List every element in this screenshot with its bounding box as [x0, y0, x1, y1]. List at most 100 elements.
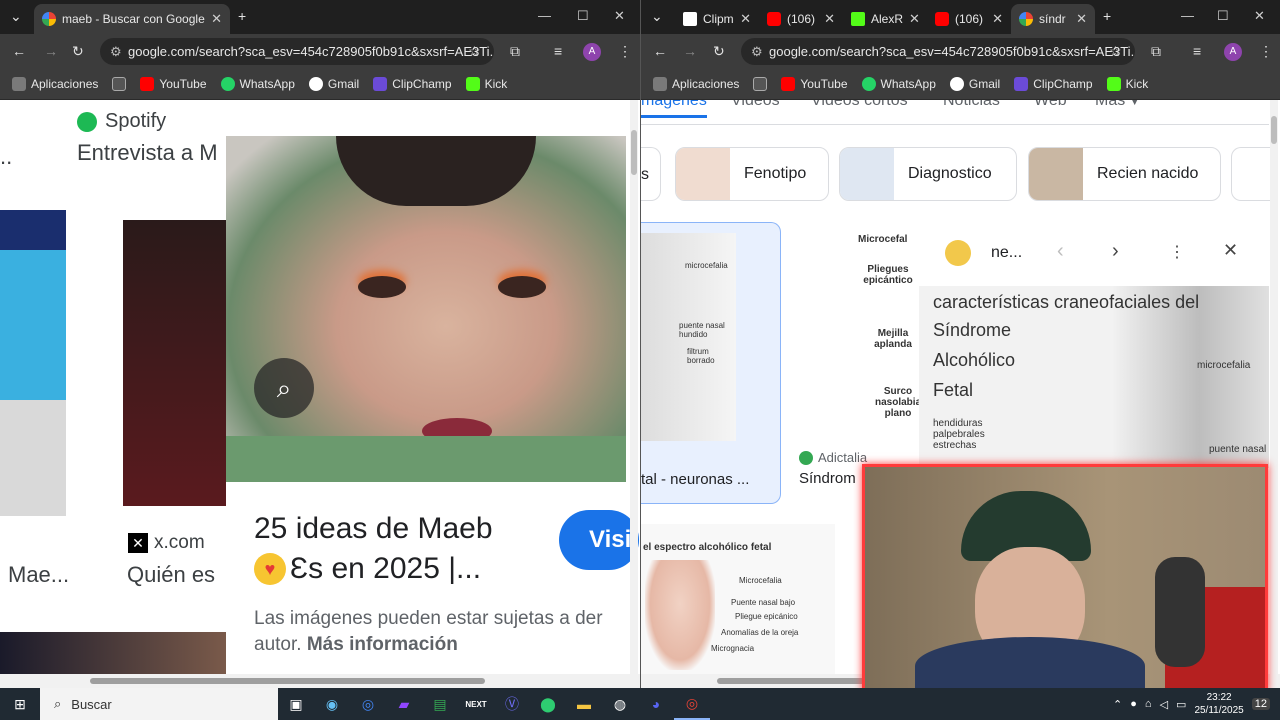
bookmark-star-icon[interactable]: ☆ [1109, 43, 1122, 59]
bookmark-youtube[interactable]: YouTube [781, 76, 848, 91]
bookmark-gmail[interactable]: Gmail [308, 76, 359, 91]
obs-icon[interactable]: ◍ [602, 688, 638, 720]
tab-search-icon[interactable]: ⌄ [651, 8, 663, 24]
tab-search-icon[interactable]: ⌄ [10, 8, 22, 24]
preview-image[interactable] [226, 136, 626, 482]
media-icon[interactable]: ≡ [1193, 43, 1201, 59]
new-tab-icon[interactable]: + [1103, 8, 1111, 24]
close-tab-icon[interactable]: ✕ [740, 11, 751, 27]
close-tab-icon[interactable]: ✕ [211, 11, 222, 27]
notifications-badge[interactable]: 12 [1251, 698, 1270, 710]
site-info-icon[interactable]: ⚙ [110, 38, 122, 65]
chrome-icon[interactable]: ◎ [350, 688, 386, 720]
next-image-icon[interactable]: › [1112, 240, 1119, 263]
result-snippet[interactable]: Entrevista a M [77, 140, 218, 166]
close-tab-icon[interactable]: ✕ [992, 11, 1003, 27]
address-bar[interactable]: ⚙ google.com/search?sca_esv=454c728905f0… [100, 38, 494, 65]
vertical-scrollbar[interactable] [630, 100, 638, 674]
tab-sindrome[interactable]: síndr ✕ [1011, 4, 1095, 34]
result-source[interactable]: Adictalia [799, 450, 867, 465]
menu-icon[interactable]: ⋮ [618, 43, 632, 59]
reload-icon[interactable]: ↻ [72, 43, 84, 59]
chip-diagnostico[interactable]: Diagnostico [839, 147, 1017, 201]
vertical-scrollbar[interactable] [1270, 100, 1278, 674]
bookmark-youtube[interactable]: YouTube [140, 76, 207, 91]
bookmark-kick[interactable]: Kick [465, 76, 507, 91]
bookmark-apps[interactable]: Aplicaciones [12, 76, 98, 91]
forward-icon[interactable]: → [44, 43, 58, 59]
visit-button[interactable]: Visi [559, 510, 639, 570]
bookmark-apps[interactable]: Aplicaciones [653, 76, 739, 91]
forward-icon[interactable]: → [683, 43, 697, 59]
media-icon[interactable]: ≡ [554, 43, 562, 59]
task-view-icon[interactable]: ▣ [278, 688, 314, 720]
menu-icon[interactable]: ⋮ [1259, 43, 1273, 59]
prev-image-icon[interactable]: ‹ [1057, 240, 1064, 263]
extensions-icon[interactable]: ⧉ [1151, 43, 1161, 59]
more-options-icon[interactable]: ⋮ [1169, 242, 1185, 262]
chevron-up-icon[interactable]: ⌃ [1113, 698, 1122, 711]
close-viewer-icon[interactable]: ✕ [1223, 240, 1238, 261]
close-tab-icon[interactable]: ✕ [909, 11, 920, 27]
viewer-site-name[interactable]: ne... [991, 244, 1022, 262]
close-window-icon[interactable]: ✕ [1254, 8, 1265, 24]
tab-clipchamp[interactable]: Clipm ✕ [675, 4, 759, 34]
bookmark-clipchamp[interactable]: ClipChamp [373, 76, 452, 91]
clock[interactable]: 23:22 25/11/2025 [1194, 691, 1243, 717]
horizontal-scrollbar[interactable] [0, 674, 640, 688]
tab-short-videos[interactable]: Videos cortos [811, 100, 908, 110]
back-icon[interactable]: ← [653, 43, 667, 59]
new-tab-icon[interactable]: + [238, 8, 246, 24]
windows-start-icon[interactable]: ⊞ [0, 688, 40, 720]
image-result-2[interactable]: Microcefal Pliegues epicántico Mejilla a… [799, 232, 919, 442]
x-source[interactable]: ✕ x.com [128, 532, 205, 554]
green-app-icon[interactable]: ⬤ [530, 688, 566, 720]
result-thumbnail-1[interactable] [0, 210, 66, 516]
close-window-icon[interactable]: ✕ [614, 8, 625, 24]
v-app-icon[interactable]: Ⓥ [494, 688, 530, 720]
microphone-icon[interactable]: ● [1130, 698, 1137, 710]
twitch-icon[interactable]: ▰ [386, 688, 422, 720]
chip-partial[interactable]: s [641, 147, 661, 201]
network-icon[interactable]: ⌂ [1145, 698, 1152, 710]
address-bar[interactable]: ⚙ google.com/search?sca_esv=454c728905f0… [741, 38, 1135, 65]
tab-youtube-2[interactable]: (106) ✕ [927, 4, 1011, 34]
bookmark-whatsapp[interactable]: WhatsApp [861, 76, 936, 91]
result-caption[interactable]: Síndrom [799, 470, 856, 487]
avatar[interactable]: A [583, 43, 601, 61]
minimize-icon[interactable]: — [1181, 8, 1194, 23]
maximize-icon[interactable]: ☐ [577, 8, 589, 24]
result-thumbnail-2[interactable] [123, 220, 227, 506]
spotify-source[interactable]: Spotify [77, 110, 166, 133]
tab-web[interactable]: Web [1034, 100, 1067, 110]
bookmark-whatsapp[interactable]: WhatsApp [220, 76, 295, 91]
folder-icon[interactable]: ▬ [566, 688, 602, 720]
more-info-link[interactable]: Más información [307, 634, 458, 655]
volume-icon[interactable]: ◁ [1160, 698, 1168, 711]
reload-icon[interactable]: ↻ [713, 43, 725, 59]
image-result-1[interactable]: microcefalia puente nasal hundido filtru… [641, 222, 781, 504]
chip-fenotipo[interactable]: Fenotipo [675, 147, 829, 201]
tab-more[interactable]: Más ▼ [1095, 100, 1140, 110]
result-title-2[interactable]: Quién es [127, 562, 215, 588]
back-icon[interactable]: ← [12, 43, 26, 59]
tab-maeb[interactable]: maeb - Buscar con Google ✕ [34, 4, 230, 34]
chip-next-partial[interactable] [1231, 147, 1271, 201]
language-icon[interactable]: ▭ [1176, 698, 1186, 711]
tab-news[interactable]: Noticias [943, 100, 1000, 110]
taskbar-search[interactable]: ⌕ Buscar [40, 688, 278, 720]
bookmark-gmail[interactable]: Gmail [949, 76, 1000, 91]
maximize-icon[interactable]: ☐ [1217, 8, 1229, 24]
close-tab-icon[interactable]: ✕ [824, 11, 835, 27]
bookmark-grid[interactable] [112, 76, 127, 91]
close-tab-icon[interactable]: ✕ [1076, 11, 1087, 27]
preview-title-line2[interactable]: ♥ Ɛs en 2025 |... [254, 552, 481, 586]
bookmark-kick[interactable]: Kick [1106, 76, 1148, 91]
tab-images[interactable]: mágenes [641, 100, 707, 118]
discord-icon[interactable]: ◕ [638, 688, 674, 720]
minimize-icon[interactable]: — [538, 8, 551, 23]
tab-youtube-1[interactable]: (106) ✕ [759, 4, 843, 34]
chip-recien-nacido[interactable]: Recien nacido [1028, 147, 1221, 201]
chrome-active-icon[interactable]: ◎ [674, 688, 710, 720]
preview-title-line1[interactable]: 25 ideas de Maeb [254, 512, 493, 546]
